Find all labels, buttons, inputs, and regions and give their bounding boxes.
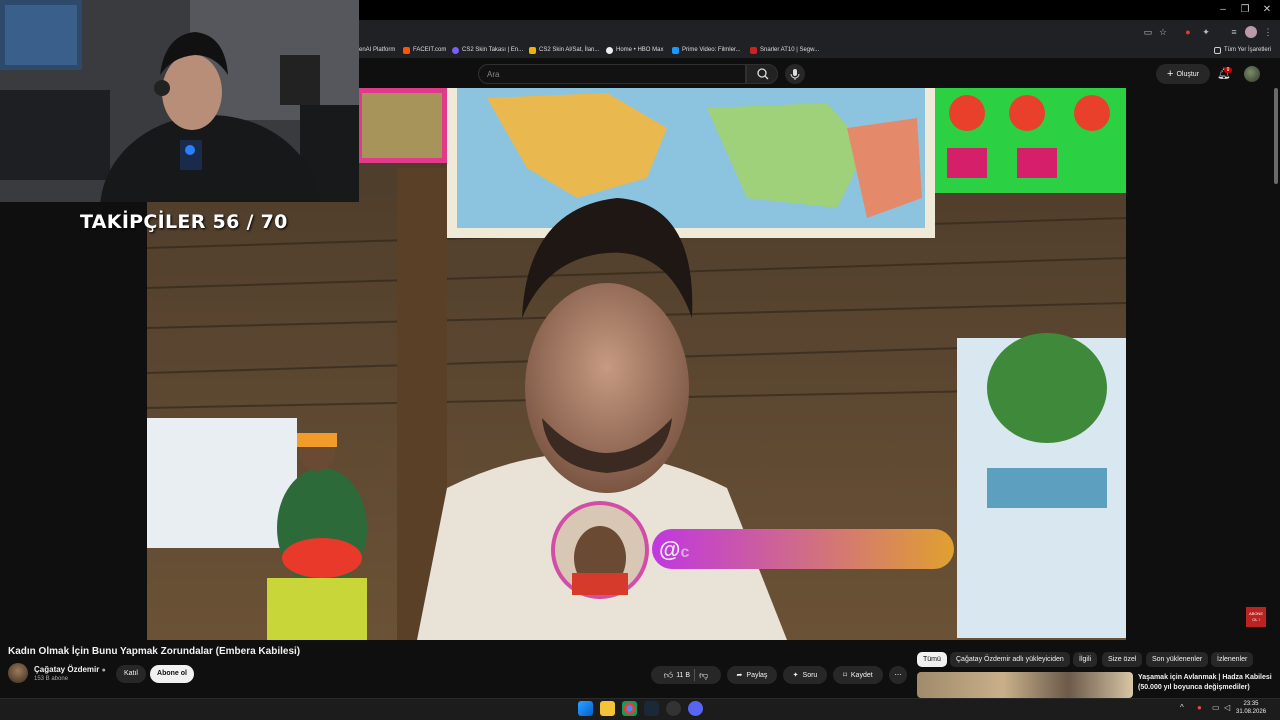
followers-goal-text: TAKİPÇİLER 56 / 70 <box>80 211 288 233</box>
channel-name[interactable]: Çağatay Özdemir ● <box>34 665 106 674</box>
discord-icon[interactable] <box>688 701 703 716</box>
more-actions-button[interactable]: ⋯ <box>889 666 907 684</box>
like-button[interactable]: 👍︎ 11 B <box>664 670 690 681</box>
chip-related[interactable]: İlgili <box>1073 652 1098 667</box>
bookmark-item[interactable]: Snarler AT10 | Segw... <box>750 44 819 56</box>
handle-bar <box>652 529 954 569</box>
tray-mic-icon[interactable]: ● <box>1197 703 1202 712</box>
skin-trade-icon <box>452 46 459 54</box>
sparkle-icon: ✦ <box>792 672 799 679</box>
subscribe-logo-overlay: ABONE OL ! <box>1246 607 1266 627</box>
skin-market-icon <box>529 46 536 54</box>
steam-icon[interactable] <box>644 701 659 716</box>
obs-icon[interactable] <box>666 701 681 716</box>
verified-icon: ● <box>101 667 106 674</box>
faceit-icon <box>403 46 410 54</box>
notification-badge: 9 <box>1224 67 1232 73</box>
bookmark-item[interactable]: enAI Platform <box>359 44 395 56</box>
subscriber-count: 153 B abone <box>34 676 69 682</box>
account-avatar[interactable] <box>1244 66 1260 82</box>
webcam-overlay <box>0 0 359 202</box>
bookmark-star-icon[interactable]: ☆ <box>1157 26 1169 38</box>
join-button[interactable]: Katıl <box>116 665 146 683</box>
bookmark-item[interactable]: CS2 Skin Takası | En... <box>452 44 523 56</box>
like-dislike-group: 👍︎ 11 B 👎︎ <box>651 666 721 684</box>
browser-menu-icon[interactable]: ⋮ <box>1262 26 1274 38</box>
bookmark-icon: ⌑ <box>843 672 847 679</box>
subscribe-button[interactable]: Abone ol <box>150 665 194 683</box>
close-icon[interactable]: ✕ <box>1260 3 1274 17</box>
search-icon <box>757 68 769 80</box>
page-scrollbar[interactable] <box>1274 88 1278 184</box>
share-button[interactable]: ➦ Paylaş <box>727 666 777 684</box>
thumbs-down-icon: 👎︎ <box>699 669 709 680</box>
webcam-image <box>0 0 359 202</box>
bookmark-item[interactable]: CS2 Skin Al/Sat, İlan... <box>529 44 599 56</box>
bookmark-item[interactable]: Home • HBO Max <box>606 44 663 56</box>
handle-text: @c <box>659 537 690 562</box>
profile-icon[interactable] <box>1245 26 1257 38</box>
divider <box>694 669 696 681</box>
chip-watched[interactable]: İzlenenler <box>1211 652 1254 667</box>
system-clock[interactable]: 23:35 31.08.2026 <box>1236 700 1266 716</box>
file-explorer-icon[interactable] <box>600 701 615 716</box>
create-button[interactable]: + Oluştur <box>1156 64 1210 84</box>
bookmark-item[interactable]: Prime Video: Filmler... <box>672 44 741 56</box>
windows-taskbar <box>0 698 1280 720</box>
microphone-icon <box>790 69 800 80</box>
ask-button[interactable]: ✦ Soru <box>783 666 827 684</box>
dislike-button[interactable]: 👎︎ <box>699 670 708 681</box>
extensions-icon[interactable]: ✦ <box>1200 26 1212 38</box>
video-title: Kadın Olmak İçin Bunu Yapmak Zorundalar … <box>8 646 301 657</box>
recommended-video-title[interactable]: Yaşamak için Avlanmak | Hadza Kabilesi (… <box>1138 673 1276 693</box>
channel-avatar[interactable] <box>8 663 28 683</box>
chip-all[interactable]: Tümü <box>917 652 947 667</box>
save-button[interactable]: ⌑ Kaydet <box>833 666 883 684</box>
folder-icon <box>1214 46 1221 54</box>
prime-video-icon <box>672 46 679 54</box>
extension-red-icon[interactable]: ● <box>1182 26 1194 38</box>
chip-from-uploader[interactable]: Çağatay Özdemir adlı yükleyiciden <box>950 652 1070 667</box>
tray-chevron-icon[interactable]: ^ <box>1180 703 1184 712</box>
share-icon: ➦ <box>736 672 743 679</box>
bookmark-item[interactable]: FACEIT.com <box>403 44 446 56</box>
thumbs-up-icon: 👍︎ <box>663 669 674 680</box>
search-button[interactable] <box>746 64 778 84</box>
chip-for-you[interactable]: Size özel <box>1102 652 1143 667</box>
recommended-video-thumbnail[interactable] <box>917 672 1133 698</box>
maximize-icon[interactable]: ❐ <box>1238 3 1252 17</box>
tab-search-icon[interactable]: ≡ <box>1228 26 1240 38</box>
all-bookmarks[interactable]: Tüm Yer İşaretleri <box>1214 44 1271 56</box>
chip-recent-uploads[interactable]: Son yüklenenler <box>1146 652 1209 667</box>
cast-icon[interactable]: ▭ <box>1142 26 1154 38</box>
plus-icon: + <box>1167 68 1174 80</box>
chrome-icon[interactable] <box>622 701 637 716</box>
more-icon: ⋯ <box>894 672 902 679</box>
hbo-icon <box>606 46 613 54</box>
windows-start-icon[interactable] <box>578 701 593 716</box>
minimize-icon[interactable]: – <box>1216 3 1230 17</box>
segway-icon <box>750 46 757 54</box>
search-input[interactable]: Ara <box>478 64 746 84</box>
tray-network-icon[interactable]: ▭ <box>1212 703 1220 712</box>
tray-volume-icon[interactable]: ◁ <box>1224 703 1230 712</box>
voice-search-button[interactable] <box>785 64 805 84</box>
